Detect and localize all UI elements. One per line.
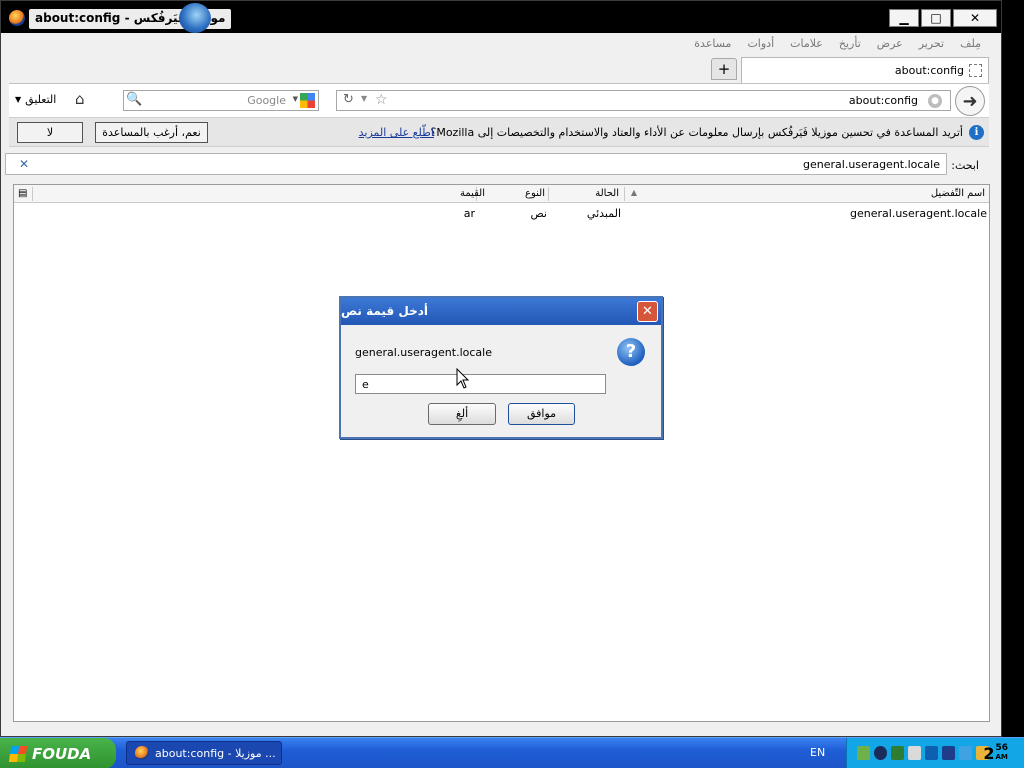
- url-bar[interactable]: ● about:config ☆ ▼ ↻: [336, 90, 951, 111]
- security-icon[interactable]: [874, 746, 887, 760]
- ok-button[interactable]: موافق: [508, 403, 575, 425]
- network-icon[interactable]: [857, 746, 870, 760]
- column-picker-icon[interactable]: ▤: [18, 188, 27, 199]
- column-name[interactable]: اسم التّفضيل: [931, 188, 985, 199]
- dialog-title-bar[interactable]: أدخل قيمة نص ✕: [341, 298, 661, 325]
- enter-string-dialog: أدخل قيمة نص ✕ general.useragent.locale …: [339, 296, 663, 439]
- column-value[interactable]: القيمة: [460, 188, 485, 199]
- keyboard-icon[interactable]: [942, 746, 955, 760]
- search-bar[interactable]: ▼ Google 🔍: [123, 90, 319, 111]
- taskbar: FOUDA about:config - موزيلا ... EN 2 56 …: [0, 737, 1024, 768]
- notification-bar: i أتريد المساعدة في تحسين موزيلا فَيَرفُ…: [9, 117, 989, 147]
- notification-text: أتريد المساعدة في تحسين موزيلا فَيَرفُكس…: [430, 126, 963, 139]
- new-tab-button[interactable]: +: [711, 58, 737, 80]
- sort-ascending-icon: ▲: [630, 188, 637, 197]
- reload-icon[interactable]: ↻: [343, 92, 354, 107]
- minimize-button[interactable]: ▁: [889, 9, 919, 27]
- close-button[interactable]: ✕: [953, 9, 997, 27]
- title-bar[interactable]: about:config - موزيلا فَيَرفُكس ▁ □ ✕: [1, 1, 1001, 33]
- dialog-pref-name: general.useragent.locale: [355, 346, 492, 359]
- firefox-icon: [9, 10, 25, 26]
- menu-tools[interactable]: أدوات: [747, 37, 774, 55]
- maximize-button[interactable]: □: [921, 9, 951, 27]
- back-button[interactable]: ➜: [955, 86, 985, 116]
- start-label: FOUDA: [32, 744, 92, 763]
- prefs-table: اسم التّفضيل ▲ الحالة النوع القيمة ▤ gen…: [13, 184, 990, 722]
- search-input[interactable]: Google: [247, 94, 286, 107]
- history-dropdown-icon[interactable]: ▼: [361, 94, 367, 103]
- search-input-filter[interactable]: [5, 153, 947, 175]
- menu-edit[interactable]: تحرير: [919, 37, 944, 55]
- menu-help[interactable]: مساعدة: [694, 37, 731, 55]
- sync-icon[interactable]: [891, 746, 904, 760]
- clock-minutes-block: 56 AM: [995, 744, 1008, 762]
- taskbar-item-firefox[interactable]: about:config - موزيلا ...: [126, 741, 282, 765]
- filter-row: ابحث: ✕: [5, 147, 989, 183]
- monitor-icon[interactable]: [908, 746, 921, 760]
- table-row[interactable]: general.useragent.locale المبدئي نص ar: [14, 205, 989, 223]
- yes-help-button[interactable]: نعم، أرغب بالمساعدة: [95, 122, 208, 143]
- clock[interactable]: 2 56 AM: [983, 744, 1008, 764]
- column-divider: [548, 187, 549, 201]
- clock-minutes: 56: [995, 743, 1008, 753]
- clock-ampm: AM: [995, 753, 1008, 761]
- menu-file[interactable]: مِلف: [960, 37, 981, 55]
- clear-icon[interactable]: ✕: [19, 157, 29, 171]
- column-type[interactable]: النوع: [525, 188, 545, 199]
- pref-value-cell: ar: [463, 207, 475, 220]
- home-icon[interactable]: ⌂: [75, 90, 85, 108]
- dialog-close-button[interactable]: ✕: [637, 301, 658, 322]
- no-button[interactable]: لا: [17, 122, 83, 143]
- search-icon[interactable]: 🔍: [126, 92, 142, 107]
- google-icon[interactable]: [300, 93, 315, 108]
- url-text: about:config: [848, 94, 918, 107]
- column-divider: [624, 187, 625, 201]
- tab-label: about:config: [894, 64, 964, 77]
- display-icon[interactable]: [959, 746, 972, 760]
- tray-icons: [857, 746, 989, 760]
- value-input[interactable]: [355, 374, 606, 394]
- windows-logo-icon: [8, 745, 28, 762]
- navigation-bar: ➜ ● about:config ☆ ▼ ↻ ▼ Google 🔍 ⌂ التع…: [9, 83, 989, 117]
- tab-about-config[interactable]: about:config: [741, 57, 989, 83]
- clock-hour: 2: [983, 744, 995, 763]
- menu-history[interactable]: تأريخ: [839, 37, 861, 55]
- engine-dropdown-icon[interactable]: ▼: [293, 95, 298, 103]
- pref-type-cell: نص: [530, 207, 547, 220]
- pref-status-cell: المبدئي: [586, 207, 621, 220]
- info-icon: i: [969, 125, 984, 140]
- volume-icon[interactable]: [925, 746, 938, 760]
- column-status[interactable]: الحالة: [595, 188, 619, 199]
- cancel-button[interactable]: ألغِ: [428, 403, 496, 425]
- window-controls: ▁ □ ✕: [889, 9, 997, 27]
- firefox-logo-icon: [179, 3, 211, 33]
- bookmarks-menu-button[interactable]: التعليق ▼: [15, 93, 56, 106]
- pref-name-cell: general.useragent.locale: [850, 207, 987, 220]
- bookmark-star-icon[interactable]: ☆: [375, 92, 388, 108]
- system-tray: 2 56 AM: [846, 738, 1024, 768]
- arrow-icon: ➜: [962, 90, 978, 112]
- menu-bookmarks[interactable]: علامات: [790, 37, 823, 55]
- globe-icon: ●: [928, 94, 942, 108]
- prefs-header: اسم التّفضيل ▲ الحالة النوع القيمة ▤: [14, 185, 989, 203]
- tab-strip: about:config +: [9, 55, 989, 83]
- blank-page-icon: [969, 64, 982, 77]
- taskbar-item-label: about:config - موزيلا ...: [155, 746, 276, 760]
- menu-bar: مِلف تحرير عرض تأريخ علامات أدوات مساعدة: [9, 37, 989, 55]
- language-indicator[interactable]: EN: [810, 746, 825, 759]
- mouse-cursor-icon: [456, 368, 470, 389]
- start-button[interactable]: FOUDA: [0, 738, 116, 768]
- bookmarks-label: التعليق: [25, 93, 57, 106]
- firefox-icon: [135, 746, 149, 760]
- question-icon: ?: [617, 338, 645, 366]
- column-divider: [32, 187, 33, 201]
- search-label: ابحث:: [951, 159, 979, 172]
- learn-more-link[interactable]: اطّلع على المزيد: [359, 126, 434, 139]
- menu-view[interactable]: عرض: [877, 37, 903, 55]
- dialog-title: أدخل قيمة نص: [341, 304, 428, 318]
- chevron-down-icon: ▼: [15, 95, 22, 104]
